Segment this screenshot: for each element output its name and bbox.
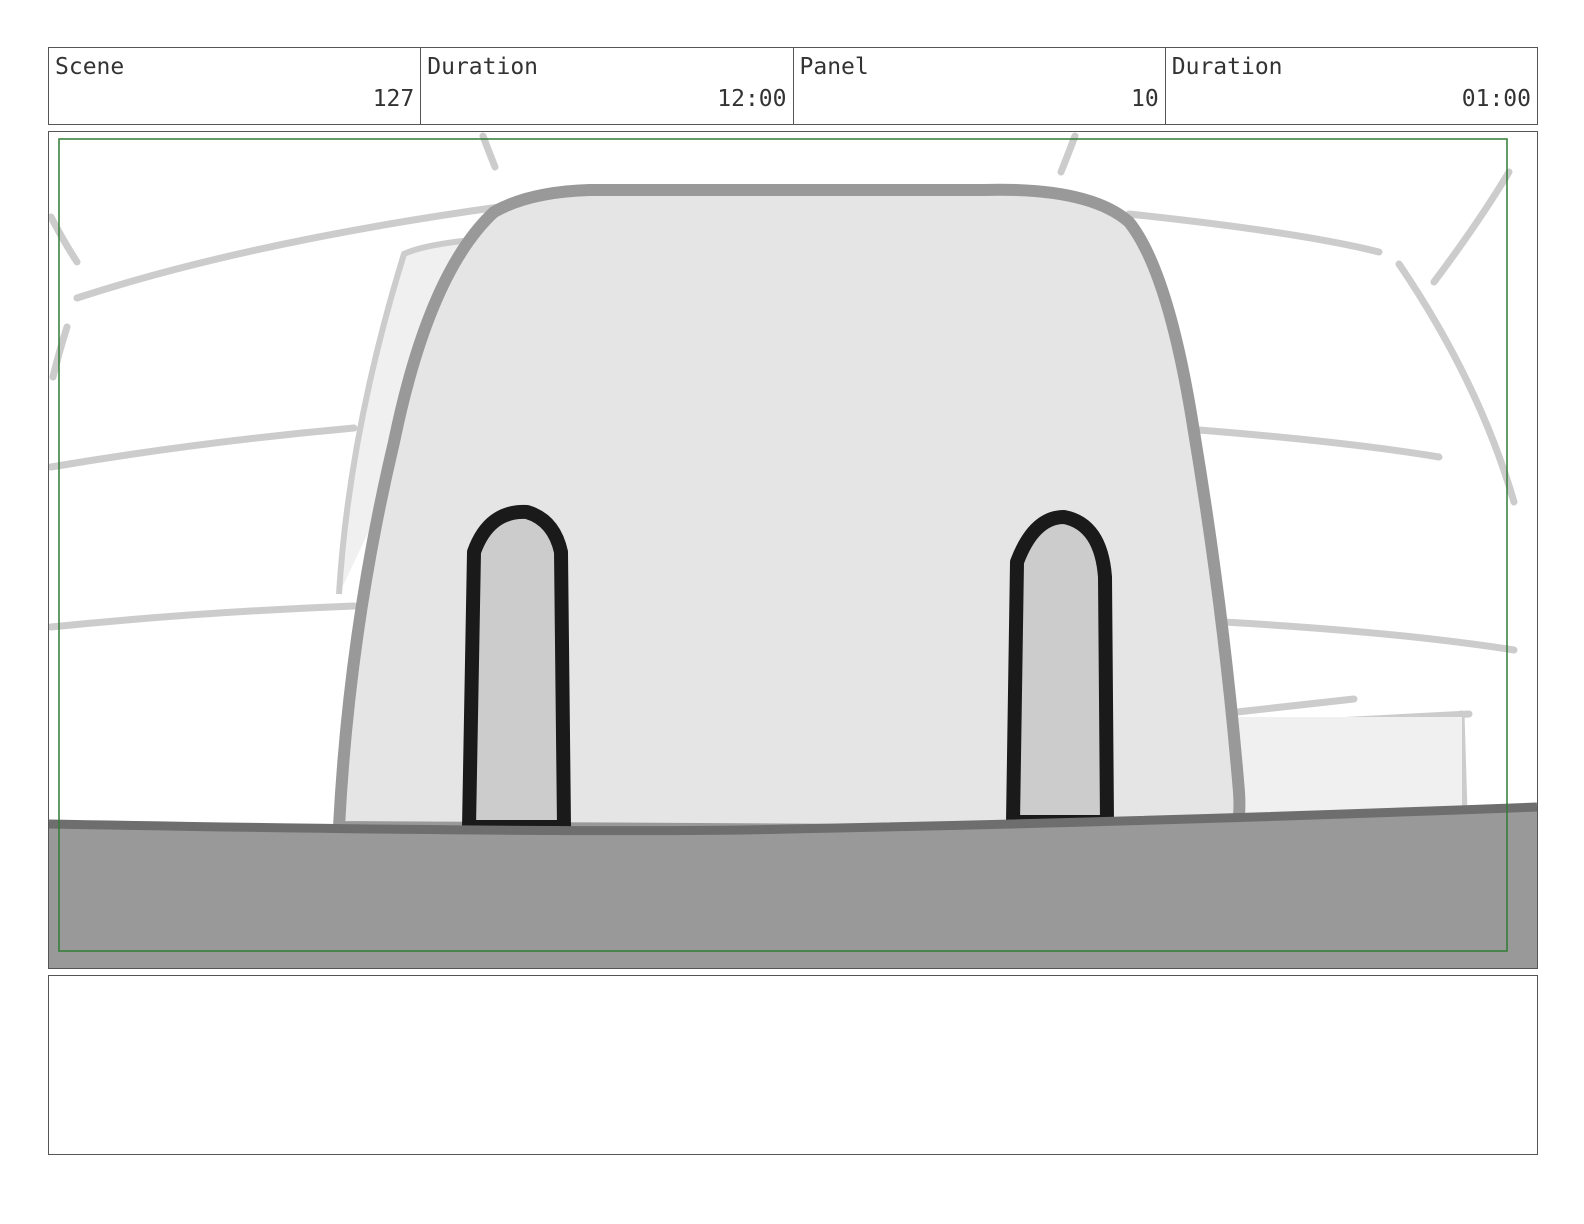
- panel-duration-cell: Duration 01:00: [1166, 48, 1537, 124]
- scene-duration-label: Duration: [427, 54, 539, 80]
- headrest-post-right: [1006, 510, 1114, 829]
- headrest-post-left: [462, 504, 571, 834]
- scene-cell: Scene 127: [49, 48, 422, 124]
- panel-number: 10: [1131, 86, 1159, 112]
- panel-cell: Panel 10: [794, 48, 1166, 124]
- panel-header: Scene 127 Duration 12:00 Panel 10 Durati…: [48, 47, 1538, 125]
- panel-label: Panel: [799, 54, 869, 80]
- scene-duration-cell: Duration 12:00: [421, 48, 794, 124]
- notes-box[interactable]: [48, 975, 1538, 1155]
- panel-duration-value: 01:00: [1461, 86, 1531, 112]
- scene-number: 127: [372, 86, 415, 112]
- panel-duration-label: Duration: [1171, 54, 1283, 80]
- scene-label: Scene: [55, 54, 125, 80]
- right-seat-block: [1237, 717, 1462, 822]
- scene-duration-value: 12:00: [717, 86, 787, 112]
- storyboard-sketch: [49, 132, 1537, 968]
- storyboard-frame: [48, 131, 1538, 969]
